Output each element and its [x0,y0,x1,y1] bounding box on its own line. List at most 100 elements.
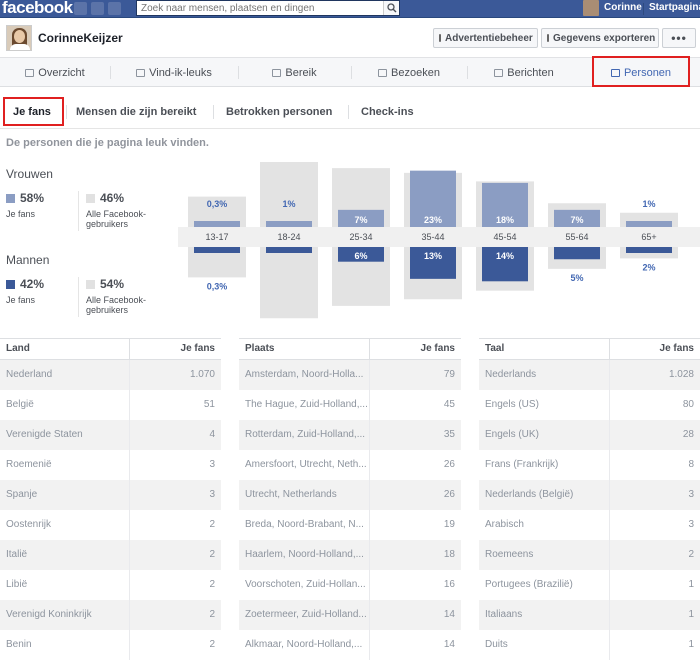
men-fans-bar[interactable] [194,247,240,253]
more-options-button[interactable]: ••• [662,28,696,48]
home-link[interactable]: Startpagina [649,2,700,13]
row-value: 28 [682,429,694,440]
table-header: Plaats Je fans [239,338,461,361]
women-data-label: 23% [424,215,442,225]
table-row: Voorschoten, Zuid-Hollan... 16 [239,570,461,600]
women-fans-bar[interactable] [194,221,240,227]
men-legend-swatch [6,279,15,289]
row-label: Voorschoten, Zuid-Hollan... [245,579,366,590]
table-row: Duits 1 [479,630,700,660]
messages-icon[interactable] [91,2,104,15]
user-avatar[interactable] [583,0,599,16]
men-title: Mannen [6,253,50,267]
friend-requests-icon[interactable] [74,2,87,15]
search-box [136,0,400,16]
table-row: Libië 2 [0,570,221,600]
row-value: 14 [443,639,455,650]
search-input[interactable] [137,1,383,15]
table-row: Spanje 3 [0,480,221,510]
row-label: Italië [6,549,28,560]
facebook-logo[interactable]: facebook [2,0,73,18]
page-header: CorinneKeijzer Advertentiebeheer Gegeven… [0,18,700,58]
column-header[interactable]: Je fans [373,343,455,354]
ads-manager-button[interactable]: Advertentiebeheer [433,28,538,48]
men-data-label: 5% [570,273,583,283]
men-data-label: 2% [642,262,655,272]
row-value: 3 [209,489,215,500]
row-label: Nederland [6,369,53,380]
all-users-legend-swatch [86,279,95,289]
table-row: Engels (UK) 28 [479,420,700,450]
subtab-mensen-bereikt[interactable]: Mensen die zijn bereikt [76,106,196,118]
row-value: 2 [209,579,215,590]
column-header[interactable]: Plaats [245,343,274,354]
men-data-label: 0,3% [207,281,228,291]
men-fans-bar[interactable] [554,247,600,260]
row-value: 4 [209,429,215,440]
row-value: 3 [209,459,215,470]
women-fans-bar[interactable] [266,221,312,227]
row-label: Duits [485,639,508,650]
row-label: Amersfoort, Utrecht, Neth... [245,459,367,470]
all-users-men-bar [260,247,318,319]
export-data-button[interactable]: Gegevens exporteren [541,28,659,48]
tab-overzicht[interactable]: Overzicht [0,58,110,87]
table-row: Italië 2 [0,540,221,570]
page-profile-picture[interactable] [6,25,32,51]
table-header: Taal Je fans [479,338,700,361]
document-icon [494,68,504,77]
row-label: Utrecht, Netherlands [245,489,337,500]
table-row: Rotterdam, Zuid-Holland,... 35 [239,420,461,450]
subtab-betrokken-personen[interactable]: Betrokken personen [226,106,332,118]
highlight-box-personen [592,56,690,87]
ads-icon [439,34,441,42]
table-row: Amsterdam, Noord-Holla... 79 [239,360,461,390]
women-all-users-label: Alle Facebook-gebruikers [86,209,147,229]
tab-berichten[interactable]: Berichten [467,58,581,87]
table-row: Oostenrijk 2 [0,510,221,540]
row-label: Roemenië [6,459,52,470]
notifications-icon[interactable] [108,2,121,15]
row-value: 51 [203,399,215,410]
thumbs-up-icon [136,68,146,77]
age-tick-label: 13-17 [205,232,228,242]
column-header[interactable]: Je fans [133,343,215,354]
women-data-label: 7% [570,215,583,225]
table-row: Italiaans 1 [479,600,700,630]
women-fans-label: Je fans [6,209,36,219]
tab-bezoeken[interactable]: Bezoeken [351,58,467,87]
age-tick-label: 18-24 [277,232,300,242]
tab-bereik[interactable]: Bereik [238,58,351,87]
table-row: The Hague, Zuid-Holland,... 45 [239,390,461,420]
women-title: Vrouwen [6,167,53,181]
men-fans-bar[interactable] [626,247,672,253]
bar-chart-icon [378,68,388,77]
men-fans-bar[interactable] [266,247,312,253]
age-tick-label: 65+ [641,232,656,242]
user-name-link[interactable]: Corinne [604,2,642,13]
facebook-top-bar: facebook Corinne Startpagina [0,0,700,18]
page-title[interactable]: CorinneKeijzer [38,31,123,45]
column-header[interactable]: Je fans [613,343,694,354]
women-all-users-stat: 46% [86,191,124,205]
age-gender-bar-chart: 0,3% 0,3% 13-17 1% 2% 18-24 7% 6% 25-34 23% 13% 35-… [178,162,700,319]
women-fans-bar[interactable] [626,221,672,227]
tab-vind-ik-leuks[interactable]: Vind-ik-leuks [110,58,238,87]
row-label: Nederlands (België) [485,489,574,500]
subtab-check-ins[interactable]: Check-ins [361,106,414,118]
row-value: 1.070 [189,369,215,380]
column-header[interactable]: Taal [485,343,504,354]
search-button[interactable] [383,1,399,15]
row-value: 79 [443,369,455,380]
table-row: Arabisch 3 [479,510,700,540]
city-table: Plaats Je fans Amsterdam, Noord-Holla... 79… [239,338,461,660]
table-row: Zoetermeer, Zuid-Holland... 14 [239,600,461,630]
row-value: 16 [443,579,455,590]
row-value: 1 [688,609,694,620]
row-label: Portugees (Brazilië) [485,579,573,590]
table-row: Utrecht, Netherlands 26 [239,480,461,510]
notification-icons [74,2,130,16]
row-value: 26 [443,459,455,470]
column-header[interactable]: Land [6,343,30,354]
women-data-label: 1% [282,199,295,209]
